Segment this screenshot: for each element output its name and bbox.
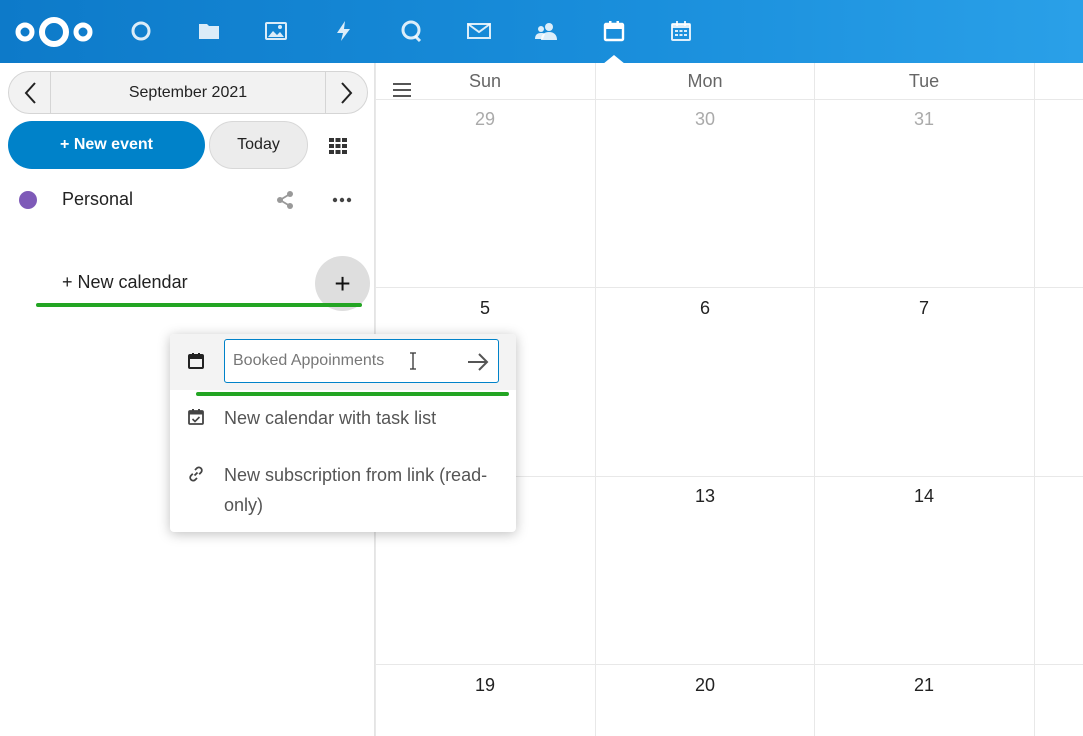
calendar-icon — [188, 353, 204, 369]
menu-item-label: New subscription from link (read-only) — [224, 465, 488, 515]
day-cell-date[interactable]: 30 — [665, 109, 745, 130]
day-cell-date[interactable]: 19 — [445, 675, 525, 696]
contacts-icon[interactable] — [531, 16, 561, 46]
column-divider — [595, 63, 596, 736]
column-divider — [814, 63, 815, 736]
arrow-right-icon[interactable] — [466, 350, 490, 374]
day-cell-date[interactable]: 31 — [884, 109, 964, 130]
new-calendar-label: + New calendar — [62, 272, 188, 292]
more-options-icon[interactable] — [331, 191, 353, 209]
new-calendar-popover: New calendar with task list New subscrip… — [170, 334, 516, 532]
month-picker[interactable]: September 2021 — [51, 72, 325, 113]
day-cell-date[interactable]: 13 — [665, 486, 745, 507]
popover-arrow — [331, 312, 353, 322]
share-icon[interactable] — [274, 189, 296, 211]
nextcloud-logo[interactable] — [14, 14, 94, 50]
day-cell-date[interactable]: 20 — [665, 675, 745, 696]
menu-item-label: New calendar with task list — [224, 408, 437, 428]
today-button[interactable]: Today — [209, 121, 308, 169]
previous-month-button[interactable] — [9, 72, 51, 113]
calendar-icon[interactable] — [599, 16, 629, 46]
calendar-name: Personal — [62, 189, 134, 209]
chevron-left-icon — [24, 81, 36, 104]
day-header-mon: Mon — [687, 71, 723, 91]
dashboard-icon[interactable] — [126, 16, 156, 46]
chevron-right-icon — [340, 81, 352, 104]
day-cell-date[interactable]: 5 — [445, 298, 525, 319]
calendar-name-input-box — [224, 339, 499, 383]
annotation-underline — [36, 303, 362, 307]
hamburger-menu-icon[interactable] — [393, 83, 411, 99]
day-cell-date[interactable]: 21 — [884, 675, 964, 696]
next-month-button[interactable] — [325, 72, 367, 113]
appointments-icon[interactable] — [666, 16, 696, 46]
calendar-color-dot[interactable] — [19, 191, 37, 209]
view-grid-icon[interactable] — [327, 135, 349, 157]
day-cell-date[interactable]: 6 — [665, 298, 745, 319]
new-subscription-item[interactable]: New subscription from link (read-only) — [170, 460, 516, 524]
day-header-tue: Tue — [908, 71, 940, 91]
calendar-name-input[interactable] — [225, 340, 460, 382]
photos-icon[interactable] — [261, 16, 291, 46]
day-cell-date[interactable]: 14 — [884, 486, 964, 507]
day-cell-date[interactable]: 29 — [445, 109, 525, 130]
top-app-bar — [0, 0, 1083, 64]
row-divider — [375, 664, 1083, 665]
files-icon[interactable] — [194, 16, 224, 46]
calendar-check-icon — [188, 409, 204, 425]
text-cursor-icon — [410, 352, 416, 370]
link-icon — [189, 466, 203, 482]
activity-icon[interactable] — [329, 16, 359, 46]
annotation-underline — [196, 392, 509, 396]
talk-icon[interactable] — [396, 16, 426, 46]
new-calendar-with-task-list-item[interactable]: New calendar with task list — [170, 400, 516, 440]
day-cell-date[interactable]: 7 — [884, 298, 964, 319]
month-navigator: September 2021 — [8, 71, 368, 114]
column-divider — [1034, 63, 1035, 736]
new-calendar-input-row — [170, 334, 516, 390]
calendar-list-item[interactable]: Personal — [0, 178, 375, 222]
mail-icon[interactable] — [464, 16, 494, 46]
day-header-sun: Sun — [468, 71, 502, 91]
new-event-button[interactable]: + New event — [8, 121, 205, 169]
row-divider — [375, 287, 1083, 288]
